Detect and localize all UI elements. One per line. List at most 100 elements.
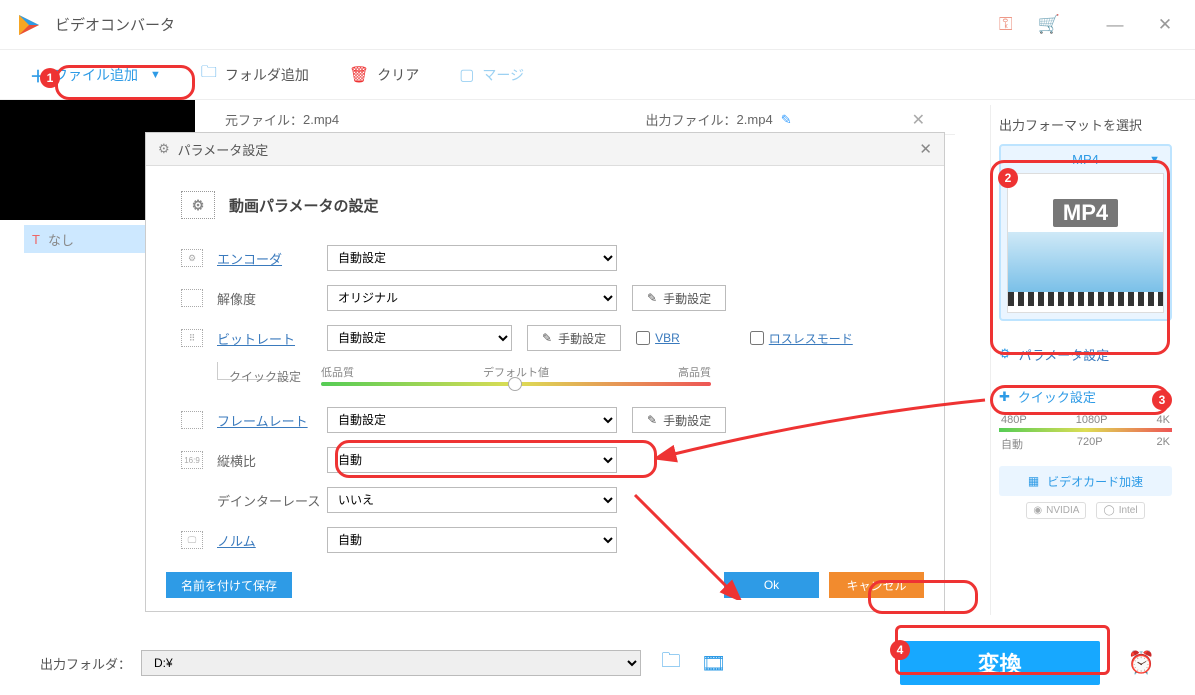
deinterlace-label: デインターレース bbox=[217, 491, 327, 510]
intel-badge: ◯Intel bbox=[1096, 502, 1144, 519]
annotation-badge-1: 1 bbox=[40, 68, 60, 88]
aspect-select[interactable]: 自動 bbox=[327, 447, 617, 473]
parameter-dialog: ⚙ パラメータ設定 ✕ ⚙ 動画パラメータの設定 ⚙ エンコーダ 自動設定 解像… bbox=[145, 132, 945, 612]
quality-slider[interactable] bbox=[321, 382, 711, 386]
format-thumbnail: MP4 bbox=[1007, 173, 1164, 313]
format-badge: MP4 bbox=[1053, 199, 1118, 227]
annotation-badge-4: 4 bbox=[890, 640, 910, 660]
framerate-icon bbox=[181, 411, 203, 429]
res-1080p: 1080P bbox=[1076, 414, 1108, 426]
format-selector[interactable]: MP4 ▼ MP4 bbox=[999, 144, 1172, 321]
bottom-bar: 出力フォルダ： D:¥ 🗀 🎞 変換 ⏰ bbox=[0, 643, 1195, 683]
film-gear-icon: ⚙ bbox=[181, 191, 215, 219]
chip-icon: ▦ bbox=[1028, 474, 1039, 488]
app-logo-icon bbox=[15, 11, 43, 39]
close-button[interactable]: ✕ bbox=[1150, 10, 1180, 40]
section-header: ⚙ 動画パラメータの設定 bbox=[181, 191, 909, 219]
res-auto: 自動 bbox=[1001, 436, 1023, 452]
save-as-button[interactable]: 名前を付けて保存 bbox=[166, 572, 292, 598]
bitrate-label[interactable]: ビットレート bbox=[217, 329, 327, 348]
quality-low-label: 低品質 bbox=[321, 364, 354, 380]
clear-button[interactable]: 🗑 クリア bbox=[349, 65, 419, 85]
merge-icon: ▢ bbox=[459, 65, 474, 85]
title-bar: ビデオコンバータ ⚿ 🛒 — ✕ bbox=[0, 0, 1195, 50]
ok-button[interactable]: Ok bbox=[724, 572, 819, 598]
encoder-icon: ⚙ bbox=[181, 249, 203, 267]
norm-label[interactable]: ノルム bbox=[217, 531, 327, 550]
quick-setting-label: クイック設定 bbox=[229, 368, 301, 385]
add-folder-button[interactable]: 🗀 フォルダ追加 bbox=[201, 61, 309, 88]
gpu-acceleration-button[interactable]: ▦ ビデオカード加速 bbox=[999, 466, 1172, 496]
output-file-label: 出力ファイル： bbox=[646, 110, 737, 129]
merge-button[interactable]: ▢ マージ bbox=[459, 65, 524, 85]
resolution-manual-button[interactable]: ✎手動設定 bbox=[632, 285, 726, 311]
pencil-icon: ✎ bbox=[647, 291, 657, 305]
output-format-panel: 出力フォーマットを選択 MP4 ▼ MP4 ⚙ パラメータ設定 ✚ クイック設定… bbox=[990, 105, 1180, 615]
cancel-button[interactable]: キャンセル bbox=[829, 572, 924, 598]
scheduler-clock-icon[interactable]: ⏰ bbox=[1128, 650, 1155, 676]
folder-plus-icon: 🗀 bbox=[201, 61, 217, 88]
chevron-down-icon[interactable]: ▼ bbox=[1149, 154, 1160, 166]
deinterlace-icon bbox=[181, 491, 203, 509]
slider-thumb[interactable] bbox=[508, 377, 522, 391]
settings-sliders-icon: ⚙ bbox=[158, 141, 170, 157]
framerate-select[interactable]: 自動設定 bbox=[327, 407, 617, 433]
film-folder-icon[interactable]: 🎞 bbox=[701, 651, 726, 676]
sliders-icon: ⚙ bbox=[999, 346, 1011, 362]
open-folder-icon[interactable]: 🗀 bbox=[661, 646, 681, 680]
deinterlace-select[interactable]: いいえ bbox=[327, 487, 617, 513]
main-toolbar: ＋ ファイル追加 ▼ 🗀 フォルダ追加 🗑 クリア ▢ マージ bbox=[0, 50, 1195, 100]
vbr-checkbox[interactable]: VBR bbox=[636, 331, 680, 345]
key-icon[interactable]: ⚿ bbox=[999, 14, 1013, 35]
bitrate-select[interactable]: 自動設定 bbox=[327, 325, 512, 351]
annotation-badge-2: 2 bbox=[998, 168, 1018, 188]
item-title-value: なし bbox=[48, 230, 74, 249]
norm-select[interactable]: 自動 bbox=[327, 527, 617, 553]
dialog-close-icon[interactable]: ✕ bbox=[919, 140, 932, 158]
resolution-label: 解像度 bbox=[217, 289, 327, 308]
output-folder-label: 出力フォルダ： bbox=[40, 654, 131, 673]
annotation-badge-3: 3 bbox=[1152, 390, 1172, 410]
bitrate-icon: ⠿ bbox=[181, 329, 203, 347]
source-file-name: 2.mp4 bbox=[303, 112, 339, 127]
section-title: 動画パラメータの設定 bbox=[229, 195, 379, 216]
trash-icon: 🗑 bbox=[349, 65, 369, 85]
intel-icon: ◯ bbox=[1103, 505, 1114, 516]
parameter-settings-button[interactable]: ⚙ パラメータ設定 bbox=[999, 339, 1172, 369]
output-file-name: 2.mp4 bbox=[737, 112, 773, 127]
output-format-title: 出力フォーマットを選択 bbox=[999, 115, 1172, 134]
res-2k: 2K bbox=[1157, 436, 1170, 452]
pencil-icon: ✎ bbox=[647, 413, 657, 427]
remove-item-icon[interactable]: ✕ bbox=[912, 110, 925, 130]
minimize-button[interactable]: — bbox=[1100, 10, 1130, 40]
res-4k: 4K bbox=[1157, 414, 1170, 426]
dropdown-caret-icon[interactable]: ▼ bbox=[150, 69, 161, 81]
nvidia-badge: ◉NVIDIA bbox=[1026, 502, 1086, 519]
add-folder-label: フォルダ追加 bbox=[225, 65, 309, 85]
resolution-select[interactable]: オリジナル bbox=[327, 285, 617, 311]
output-folder-select[interactable]: D:¥ bbox=[141, 650, 641, 676]
bitrate-manual-button[interactable]: ✎手動設定 bbox=[527, 325, 621, 351]
resolution-slider[interactable] bbox=[999, 428, 1172, 432]
clear-label: クリア bbox=[377, 65, 419, 85]
encoder-select[interactable]: 自動設定 bbox=[327, 245, 617, 271]
cart-icon[interactable]: 🛒 bbox=[1038, 14, 1060, 35]
convert-button[interactable]: 変換 bbox=[900, 641, 1100, 685]
dialog-titlebar: ⚙ パラメータ設定 ✕ bbox=[146, 133, 944, 166]
app-title: ビデオコンバータ bbox=[55, 14, 175, 35]
framerate-manual-button[interactable]: ✎手動設定 bbox=[632, 407, 726, 433]
encoder-label[interactable]: エンコーダ bbox=[217, 249, 327, 268]
res-720p: 720P bbox=[1077, 436, 1103, 452]
aspect-icon: 16:9 bbox=[181, 451, 203, 469]
aspect-label: 縦横比 bbox=[217, 451, 327, 470]
merge-label: マージ bbox=[482, 65, 524, 85]
quality-high-label: 高品質 bbox=[678, 364, 711, 380]
framerate-label[interactable]: フレームレート bbox=[217, 411, 327, 430]
dialog-title: パラメータ設定 bbox=[178, 140, 269, 159]
resolution-icon bbox=[181, 289, 203, 307]
edit-output-icon[interactable]: ✎ bbox=[781, 112, 792, 128]
text-cursor-icon: T bbox=[32, 232, 40, 247]
lossless-checkbox[interactable]: ロスレスモード bbox=[750, 330, 853, 347]
eye-icon: ◉ bbox=[1033, 505, 1042, 516]
norm-icon: 🖵 bbox=[181, 531, 203, 549]
